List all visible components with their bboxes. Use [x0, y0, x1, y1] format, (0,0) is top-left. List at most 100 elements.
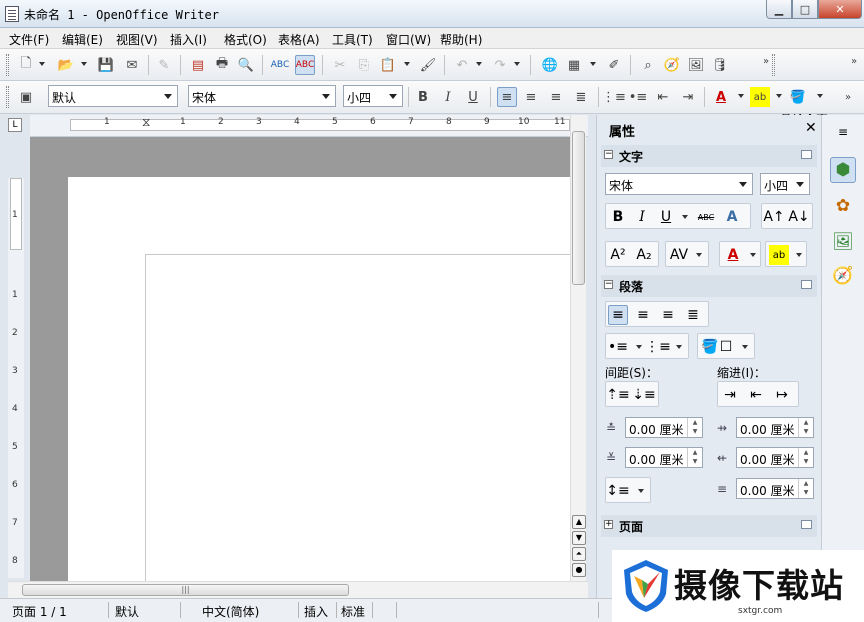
font-color-icon[interactable]: A [711, 87, 731, 107]
vertical-scroll-thumb[interactable] [572, 131, 585, 285]
numbering-icon[interactable]: ⋮≡ [602, 87, 626, 107]
maximize-button[interactable]: □ [792, 0, 818, 19]
spin-arrows-icon[interactable]: ▲ ▼ [798, 418, 813, 437]
redo-icon[interactable]: ↷ [490, 55, 510, 75]
sidebar-size-select[interactable]: 小四 [760, 173, 810, 195]
styles-tab-icon[interactable]: ✿ [830, 193, 856, 219]
document-page[interactable] [68, 177, 570, 581]
sidebar-font-select[interactable]: 宋体 [605, 173, 753, 195]
spin-arrows-icon[interactable]: ▲ ▼ [687, 418, 702, 437]
spin-arrows-icon[interactable]: ▲ ▼ [798, 479, 813, 498]
vertical-scrollbar[interactable]: ▲ ▼ ⏶ ● ⏷ [570, 115, 586, 581]
superscript-icon[interactable]: A² [608, 245, 628, 265]
line-spacing-icon[interactable]: ↕≡ [606, 481, 629, 501]
hyperlink-icon[interactable]: 🌐 [540, 55, 560, 75]
vertical-ruler[interactable]: 1 1 2 3 4 5 6 7 8 [8, 178, 24, 578]
strikethrough-icon[interactable]: ABC [696, 207, 716, 227]
send-email-icon[interactable]: ✉ [122, 55, 142, 75]
gallery-icon[interactable]: 🖼 [686, 55, 706, 75]
sidebar-menu-icon[interactable]: ≡ [830, 119, 856, 145]
undo-dropdown-arrow[interactable] [476, 62, 482, 66]
status-selection-mode[interactable]: 标准 [341, 603, 365, 620]
save-icon[interactable]: 💾 [96, 55, 116, 75]
menu-window[interactable]: 窗口(W) [386, 31, 431, 48]
first-line-indent-input[interactable]: 0.00 厘米 ▲ ▼ [736, 478, 814, 499]
bold-icon[interactable]: B [608, 207, 628, 227]
numbering-dropdown-arrow[interactable] [676, 345, 682, 349]
font-name-select[interactable]: 宋体 [188, 85, 336, 107]
expand-icon[interactable]: + [604, 520, 613, 529]
spellcheck-icon[interactable]: ABC [270, 55, 290, 75]
menu-format[interactable]: 格式(O) [224, 31, 267, 48]
underline-icon[interactable]: U [463, 87, 483, 107]
clone-formatting-icon[interactable]: 🖌 [418, 55, 438, 75]
section-header-paragraph[interactable]: − 段落 [601, 275, 817, 297]
format-toolbar-overflow-icon[interactable]: » [838, 87, 858, 107]
properties-tab-icon[interactable]: ⬢ [830, 157, 856, 183]
indent-marker-icon[interactable]: ⧖ [142, 115, 150, 130]
paragraph-style-select[interactable]: 默认 [48, 85, 178, 107]
bold-icon[interactable]: B [413, 87, 433, 107]
navigation-icon[interactable]: ● [572, 563, 586, 577]
auto-spellcheck-icon[interactable]: ABC [295, 55, 315, 75]
redo-dropdown-arrow[interactable] [514, 62, 520, 66]
horizontal-scrollbar[interactable]: ||| [8, 581, 588, 598]
new-document-icon[interactable]: 🗋 [16, 55, 36, 75]
section-header-text[interactable]: − 文字 [601, 145, 817, 167]
align-center-icon[interactable]: ≡ [521, 87, 541, 107]
border-dropdown-arrow[interactable] [742, 345, 748, 349]
border-icon[interactable]: ☐ [716, 337, 736, 357]
table-icon[interactable]: ▦ [564, 55, 584, 75]
align-right-icon[interactable]: ≡ [546, 87, 566, 107]
font-color-dropdown-arrow[interactable] [738, 94, 744, 98]
status-page-style[interactable]: 默认 [115, 603, 139, 620]
underline-icon[interactable]: U [656, 207, 676, 227]
bullets-icon[interactable]: •≡ [628, 87, 648, 107]
menu-insert[interactable]: 插入(I) [170, 31, 207, 48]
collapse-icon[interactable]: − [604, 150, 613, 159]
toolbar-grip[interactable] [6, 86, 9, 108]
export-pdf-icon[interactable]: ▤ [188, 55, 208, 75]
align-left-icon[interactable]: ≡ [497, 87, 517, 107]
find-replace-icon[interactable]: ⌕ [638, 55, 658, 75]
print-icon[interactable]: 🖶 [212, 55, 232, 75]
shadow-icon[interactable]: A [722, 207, 742, 227]
numbering-icon[interactable]: ⋮≡ [645, 337, 671, 357]
table-dropdown-arrow[interactable] [590, 62, 596, 66]
bullets-dropdown-arrow[interactable] [636, 345, 642, 349]
scroll-down-icon[interactable]: ▼ [572, 531, 586, 545]
italic-icon[interactable]: I [632, 207, 652, 227]
more-options-icon[interactable] [801, 520, 812, 529]
highlighting-dropdown-arrow[interactable] [776, 94, 782, 98]
decrease-indent-icon[interactable]: ⇤ [746, 385, 766, 405]
paste-icon[interactable]: 📋 [378, 55, 398, 75]
above-spacing-input[interactable]: 0.00 厘米 ▲ ▼ [625, 417, 703, 438]
decrease-font-icon[interactable]: A↓ [788, 207, 809, 227]
align-right-icon[interactable]: ≡ [658, 305, 678, 325]
close-window-button[interactable]: ✕ [818, 0, 862, 19]
section-header-page[interactable]: + 页面 [601, 515, 817, 537]
background-dropdown-arrow[interactable] [817, 94, 823, 98]
font-size-select[interactable]: 小四 [343, 85, 403, 107]
subscript-icon[interactable]: A₂ [634, 245, 654, 265]
after-indent-input[interactable]: 0.00 厘米 ▲ ▼ [736, 447, 814, 468]
line-spacing-dropdown-arrow[interactable] [638, 489, 644, 493]
open-dropdown-arrow[interactable] [81, 62, 87, 66]
increase-spacing-icon[interactable]: ⇡≡ [606, 385, 629, 405]
navigator-icon[interactable]: 🧭 [662, 55, 682, 75]
open-folder-icon[interactable]: 📂 [56, 55, 76, 75]
styles-formatting-icon[interactable]: ▣ [16, 87, 36, 107]
spin-arrows-icon[interactable]: ▲ ▼ [687, 448, 702, 467]
spacing-dropdown-arrow[interactable] [696, 253, 702, 257]
font-color-icon[interactable]: A [723, 245, 743, 265]
menu-help[interactable]: 帮助(H) [440, 31, 482, 48]
highlighting-icon[interactable]: ab [769, 245, 789, 265]
decrease-indent-icon[interactable]: ⇤ [653, 87, 673, 107]
horizontal-scroll-thumb[interactable]: ||| [22, 584, 349, 596]
increase-font-icon[interactable]: A↑ [763, 207, 784, 227]
spin-arrows-icon[interactable]: ▲ ▼ [798, 448, 813, 467]
toolbar-grip[interactable] [6, 54, 9, 76]
minimize-button[interactable]: ▁ [766, 0, 792, 19]
increase-indent-icon[interactable]: ⇥ [720, 385, 740, 405]
status-language[interactable]: 中文(简体) [202, 603, 259, 620]
